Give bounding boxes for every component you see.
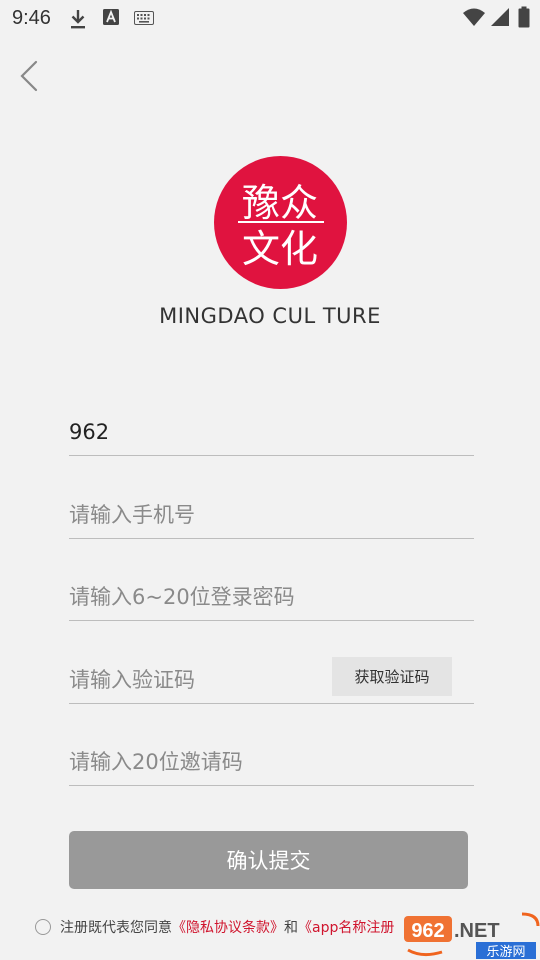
watermark-site: 乐游网 [486, 945, 525, 960]
verification-code-input[interactable] [69, 663, 319, 697]
privacy-link[interactable]: 《隐私协议条款》 [172, 917, 284, 937]
watermark-number: 962 [411, 920, 444, 942]
watermark-logo: 962 .NET 乐游网 [404, 912, 540, 960]
logo-glyph: 豫众 文化 [238, 181, 324, 271]
password-field [69, 574, 474, 621]
download-icon [71, 10, 85, 29]
submit-button[interactable]: 确认提交 [69, 831, 468, 889]
phone-field [69, 492, 474, 539]
brand-name: MINGDAO CUL TURE [159, 304, 381, 328]
signal-icon [491, 8, 509, 26]
status-time: 9:46 [12, 7, 51, 29]
logo-line-2: 文化 [242, 227, 318, 271]
agreement-prefix: 注册既代表您同意 [60, 920, 172, 936]
get-code-button[interactable]: 获取验证码 [332, 657, 452, 696]
wifi-icon [463, 8, 485, 26]
battery-icon [518, 6, 530, 28]
watermark-suffix: .NET [454, 920, 500, 942]
register-screen: 9:46 豫众 文化 MINGDAO CUL TURE 962 请输入手机号 请… [0, 0, 540, 960]
password-input[interactable] [69, 580, 474, 614]
logo-line-1: 豫众 [242, 181, 318, 225]
invite-code-field [69, 739, 474, 786]
agreement-connector: 和 [284, 920, 298, 936]
verification-code-field: 获取验证码 [69, 657, 474, 704]
field-1 [69, 409, 474, 456]
terms-link[interactable]: 《app名称注册 [298, 917, 394, 937]
field-1-input[interactable] [69, 415, 474, 449]
phone-input[interactable] [69, 498, 474, 532]
agreement-row: 注册既代表您同意 《隐私协议条款》 和 《app名称注册 [35, 916, 394, 938]
status-bar: 9:46 [0, 0, 540, 36]
agree-checkbox[interactable] [35, 919, 51, 935]
keyboard-icon [134, 11, 154, 25]
chevron-left-icon [20, 60, 38, 92]
back-button[interactable] [12, 56, 48, 96]
a-icon [103, 9, 119, 25]
brand-logo: 豫众 文化 [214, 156, 347, 289]
invite-code-input[interactable] [69, 745, 474, 779]
